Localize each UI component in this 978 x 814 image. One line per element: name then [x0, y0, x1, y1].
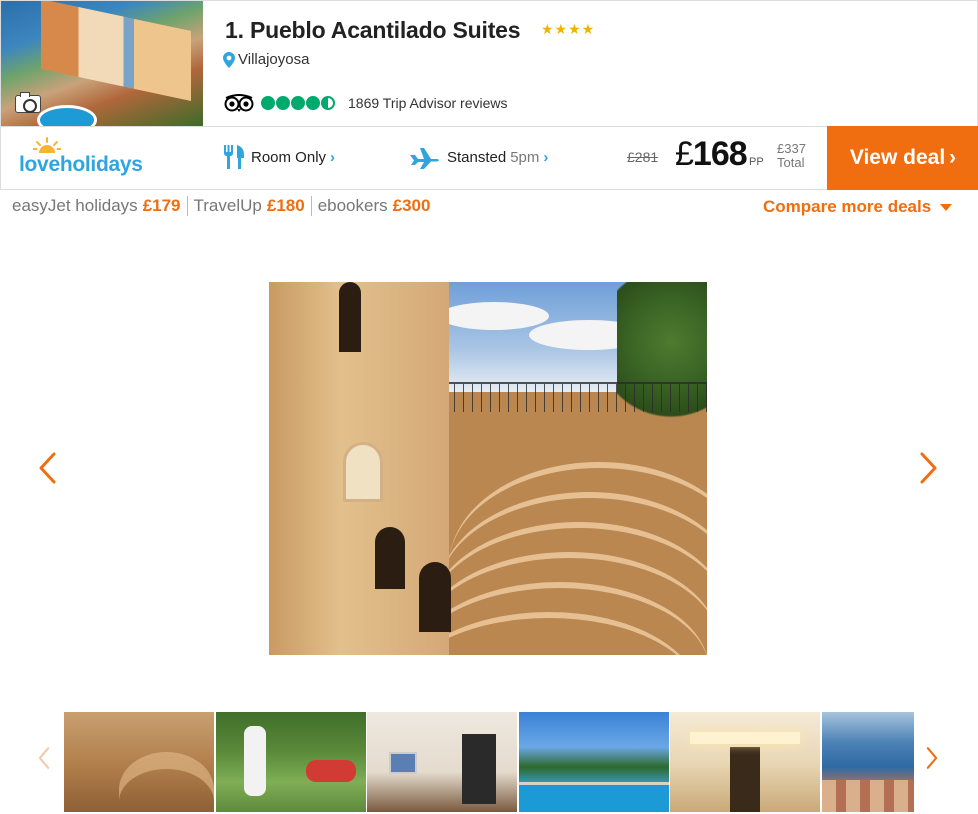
chevron-right-icon: › [543, 148, 549, 166]
gallery-thumbnail[interactable] [64, 712, 214, 812]
total-price: £337 Total [777, 142, 806, 170]
rating-bubble-filled [276, 96, 290, 110]
hotel-thumbnail[interactable] [1, 1, 203, 127]
other-deal-provider: ebookers [317, 196, 388, 215]
gallery-thumbnail[interactable] [367, 712, 517, 812]
cutlery-icon [224, 145, 244, 169]
price-amount: 168 [692, 135, 748, 173]
provider-name: loveholidays [19, 153, 143, 176]
other-deal-price: £300 [392, 196, 431, 215]
flight-info[interactable]: Stansted 5pm › [409, 145, 548, 169]
rating-bubble-half [321, 96, 335, 110]
photo-window [339, 282, 361, 352]
chevron-right-icon [920, 452, 937, 484]
tripadvisor-rating[interactable]: 1869 Trip Advisor reviews [223, 94, 508, 112]
board-label: Room Only [251, 148, 327, 166]
old-price: £281 [627, 149, 659, 165]
photo-amphitheatre-steps [399, 422, 707, 655]
gallery-thumbnail[interactable] [670, 712, 820, 812]
chevron-right-icon: › [949, 146, 957, 169]
rating-bubbles [261, 96, 336, 110]
hotel-header: 1. Pueblo Acantilado Suites ★★★★ Villajo… [0, 0, 978, 127]
other-deal-provider: easyJet holidays [12, 196, 138, 215]
other-deal-item[interactable]: easyJet holidays £179 [12, 196, 181, 216]
photo-window [343, 442, 383, 502]
other-deal-price: £179 [142, 196, 181, 215]
photo-doorway [375, 527, 405, 589]
thumbnail-pool [37, 105, 97, 127]
compare-label: Compare more deals [763, 197, 932, 216]
gallery-prev-button[interactable] [32, 448, 62, 488]
view-deal-label: View deal [849, 146, 946, 169]
other-deal-item[interactable]: ebookers £300 [318, 196, 431, 216]
thumbs-next-button[interactable] [918, 738, 946, 778]
chevron-right-icon [926, 747, 938, 769]
price-per-person: £168 [675, 135, 748, 174]
chevron-right-icon: › [330, 148, 336, 166]
thumbnail-building [41, 1, 191, 101]
photo-railing [419, 382, 707, 412]
rating-bubble-filled [306, 96, 320, 110]
location-label: Villajoyosa [238, 51, 310, 68]
airport-label: Stansted [447, 148, 507, 166]
total-amount: £337 [777, 141, 806, 156]
plane-icon [410, 148, 439, 169]
gallery-thumbnail[interactable] [518, 712, 669, 812]
rating-bubble-filled [291, 96, 305, 110]
provider-logo[interactable]: loveholidays [19, 137, 149, 181]
location-pin-icon [223, 51, 235, 68]
gallery-next-button[interactable] [914, 448, 944, 488]
gallery-thumbnail[interactable] [821, 712, 914, 812]
other-deal-price: £180 [266, 196, 305, 215]
main-gallery-photo[interactable] [269, 282, 707, 655]
total-label: Total [777, 155, 805, 170]
caret-down-icon [940, 203, 953, 211]
board-type[interactable]: Room Only › [223, 145, 335, 169]
per-person-label: PP [749, 156, 764, 168]
photo-cloud [439, 302, 549, 330]
other-deal-provider: TravelUp [193, 196, 262, 215]
price-currency: £ [675, 135, 694, 173]
tripadvisor-owl-icon [224, 94, 254, 112]
gallery-thumbnail[interactable] [215, 712, 366, 812]
chevron-left-icon [39, 452, 56, 484]
other-deal-item[interactable]: TravelUp £180 [194, 196, 305, 216]
featured-deal-row[interactable]: loveholidays Room Only › Stansted 5pm › … [0, 126, 978, 190]
photo-doorway [419, 562, 451, 632]
sun-icon [33, 137, 61, 153]
star-rating: ★★★★ [541, 21, 596, 37]
view-deal-button[interactable]: View deal › [827, 126, 978, 190]
flight-time: 5pm [510, 148, 540, 166]
thumbs-prev-button[interactable] [30, 738, 58, 778]
divider [186, 196, 188, 216]
compare-more-deals-button[interactable]: Compare more deals [763, 197, 953, 217]
review-count: 1869 Trip Advisor reviews [348, 95, 508, 111]
other-deals: easyJet holidays £179 TravelUp £180 eboo… [12, 196, 430, 216]
thumbnail-strip [64, 712, 914, 812]
divider [310, 196, 312, 216]
hotel-title[interactable]: 1. Pueblo Acantilado Suites [225, 17, 521, 44]
hotel-location[interactable]: Villajoyosa [223, 51, 309, 68]
rating-bubble-filled [261, 96, 275, 110]
chevron-left-icon [38, 747, 50, 769]
camera-icon[interactable] [15, 92, 41, 113]
